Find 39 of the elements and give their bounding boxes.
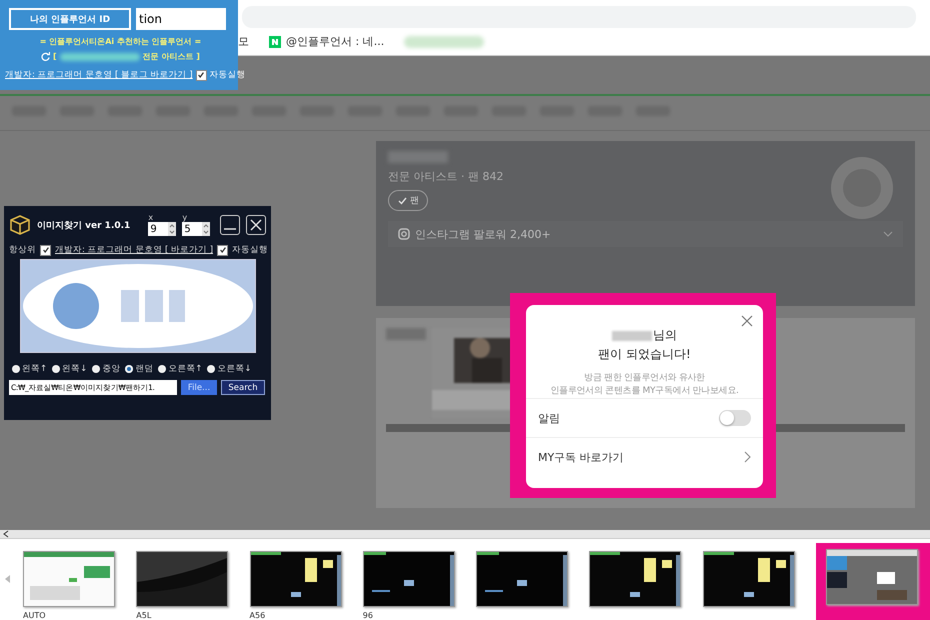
id-field[interactable]: tion xyxy=(136,8,226,30)
window-title: 이미지찾기 ver 1.0.1 xyxy=(37,220,130,232)
radio-label: 중앙 xyxy=(102,363,120,375)
bracket-text: [ xyxy=(53,52,57,61)
row-label: MY구독 바로가기 xyxy=(538,450,624,465)
fan-button[interactable]: 팬 xyxy=(388,190,428,211)
dialog-title: 팬이 되었습니다! xyxy=(598,346,691,363)
thumbnail-label: 96 xyxy=(362,611,374,620)
thumbnail[interactable]: 96 xyxy=(362,549,455,620)
thumbnail[interactable]: A56 xyxy=(250,549,342,620)
row-label: 알림 xyxy=(538,410,560,426)
recommend-label: 전문 아티스트 ] xyxy=(142,51,200,62)
recommend-heading: = 인플루언서티온Ai 추천하는 인플루언서 = xyxy=(40,36,202,47)
checkbox-label: 자동실행 xyxy=(210,69,246,81)
radio-label: 오른쪽↑ xyxy=(168,363,202,375)
bookmark[interactable]: @인플루언서 : 네... xyxy=(269,34,384,49)
radio-label: 왼쪽↓ xyxy=(62,363,88,375)
thumbnail-label: A56 xyxy=(250,611,266,620)
number-field[interactable]: 9 xyxy=(148,222,176,236)
dialog-description: 방금 팬한 인플루언서와 유사한 인플루언서의 콘텐츠를 MY구독에서 만나보세요. xyxy=(550,372,739,398)
radio-label: 왼쪽↑ xyxy=(22,363,48,375)
dialog-row[interactable]: 알림 xyxy=(526,398,763,438)
spin-label: y xyxy=(182,214,188,222)
bookmark[interactable]: 모 xyxy=(238,34,249,49)
dialog-row[interactable]: MY구독 바로가기 xyxy=(526,437,763,476)
thumbnail-label: AUTO xyxy=(23,611,47,620)
profile-subtitle: 전문 아티스트 · 팬 842 xyxy=(388,169,504,184)
dialog-title: 님의 xyxy=(653,327,677,344)
radio-label: 랜덤 xyxy=(135,363,154,375)
thumbnail[interactable]: AUTO xyxy=(23,549,116,620)
number-field[interactable]: 5 xyxy=(182,222,210,236)
checkbox-label: 자동실행 xyxy=(232,244,268,256)
thumbnail[interactable]: A5L xyxy=(136,549,228,620)
spin-label: x xyxy=(148,214,154,222)
developer-link[interactable]: 개발자: 프로그래머 문호영 [ 바로가기 ] xyxy=(55,244,214,256)
thumbnail-label: A5L xyxy=(136,611,152,620)
radio-label: 오른쪽↓ xyxy=(217,363,252,375)
search-button[interactable]: Search xyxy=(221,380,265,395)
checkbox-label: 항상위 xyxy=(9,244,36,256)
